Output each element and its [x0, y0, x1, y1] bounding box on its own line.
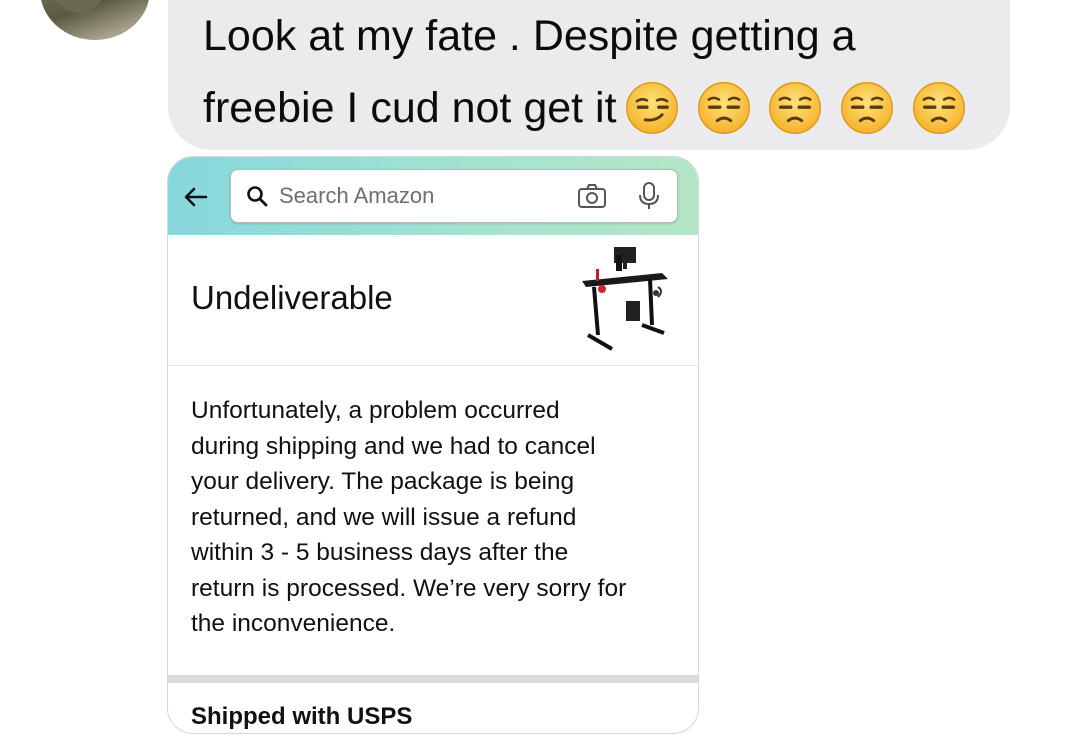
- shared-screenshot-card[interactable]: Search Amazon Undeliverable Unfortunatel…: [167, 156, 699, 734]
- message-line-2-wrap: freebie I cud not get it: [203, 72, 1003, 147]
- message-text-line: your delivery. The package is being: [191, 468, 575, 495]
- message-text-line: the inconvenience.: [191, 610, 396, 637]
- message-text: Look at my fate . Despite getting a free…: [203, 0, 1003, 147]
- emoji-row: [625, 75, 973, 147]
- gaming-desk-product-image[interactable]: [576, 243, 672, 351]
- chat-screen: Look at my fate . Despite getting a free…: [0, 0, 1080, 747]
- search-placeholder: Search Amazon: [279, 183, 435, 208]
- search-icon: [247, 186, 268, 207]
- back-arrow-icon[interactable]: [182, 183, 210, 211]
- smirking-face-emoji-icon: [625, 81, 678, 134]
- shipping-carrier-label: Shipped with USPS: [191, 703, 413, 730]
- message-text-line: during shipping and we had to cancel: [191, 432, 596, 460]
- message-line-1: Look at my fate . Despite getting a: [203, 12, 856, 60]
- amazon-search-header: Search Amazon: [168, 157, 698, 235]
- delivery-status-section: Undeliverable: [168, 235, 698, 366]
- undeliverable-message: Unfortunately, a problem occurred during…: [191, 393, 686, 642]
- unamused-face-emoji-icon: [697, 81, 750, 134]
- message-text-line: Unfortunately, a problem occurred: [191, 397, 560, 424]
- unamused-face-emoji-icon: [913, 81, 966, 134]
- message-text-line: within 3 - 5 business days after the: [191, 539, 569, 566]
- unamused-face-emoji-icon: [769, 81, 822, 134]
- microphone-icon[interactable]: [637, 181, 661, 211]
- camera-icon[interactable]: [577, 182, 607, 210]
- unamused-face-emoji-icon: [841, 81, 894, 134]
- sender-avatar[interactable]: [40, 0, 150, 40]
- message-text-line: returned, and we will issue a refund: [191, 503, 577, 531]
- search-input[interactable]: Search Amazon: [230, 169, 678, 223]
- delivery-status-title: Undeliverable: [191, 279, 393, 316]
- section-divider: [168, 675, 698, 683]
- message-line-2: freebie I cud not get it: [203, 84, 617, 132]
- message-text-line: return is processed. We’re very sorry fo…: [191, 574, 627, 602]
